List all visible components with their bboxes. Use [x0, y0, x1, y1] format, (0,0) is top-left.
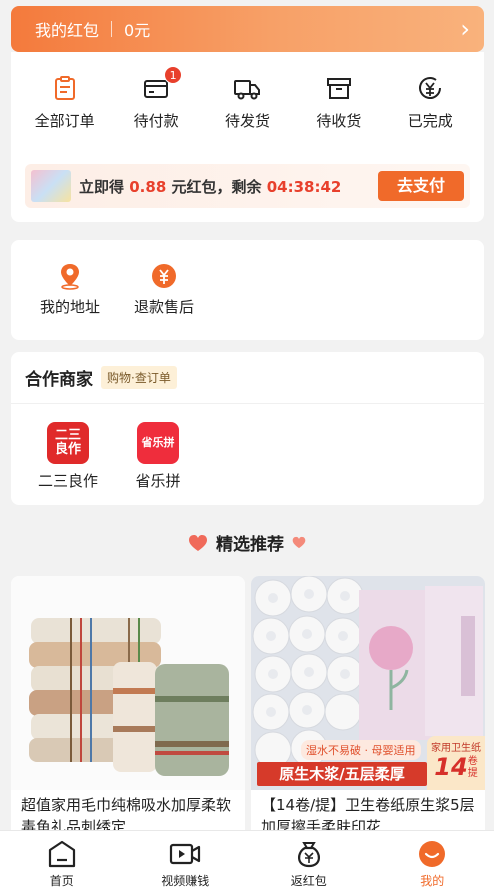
heart-icon — [189, 534, 207, 551]
order-label-pending-receipt: 待收货 — [316, 112, 362, 130]
divider — [111, 21, 113, 37]
truck-icon — [234, 80, 261, 100]
recommend-header: 精选推荐 — [0, 530, 494, 555]
order-label-pending-payment: 待付款 — [133, 112, 179, 130]
order-label-pending-shipment: 待发货 — [224, 112, 270, 130]
chevron-right-icon[interactable]: › — [460, 17, 470, 41]
partners-panel: 合作商家 购物·查订单 二三 良作 二三良作 省乐拼 省乐拼 — [11, 352, 484, 505]
product-card[interactable]: 超值家用毛巾纯棉吸水加厚柔软毒鱼礼品刺绣定 — [11, 576, 245, 836]
recommend-title: 精选推荐 — [216, 535, 284, 555]
video-icon — [170, 843, 201, 865]
partner-label: 二三良作 — [37, 472, 98, 490]
pending-receipt-button[interactable]: 待收货 — [299, 74, 379, 131]
payment-promo-banner[interactable]: 立即得 0.88 元红包，剩余 04:38:42 去支付 — [25, 164, 470, 208]
partners-header: 合作商家 购物·查订单 — [11, 352, 484, 404]
home-icon — [48, 840, 75, 868]
tab-label-redpacket: 返红包 — [290, 874, 327, 888]
product-image-toilet-paper: 湿水不易破 · 母婴适用 原生木浆/五层柔厚 家用卫生纸 14 卷 提 — [251, 576, 485, 790]
partners-title: 合作商家 — [25, 370, 93, 390]
tab-video-earn[interactable]: 视频赚钱 — [124, 831, 248, 890]
order-label-all: 全部订单 — [34, 112, 95, 130]
tab-label-video: 视频赚钱 — [161, 874, 210, 888]
redpacket-amount: 0元 — [124, 21, 151, 40]
box-icon — [326, 78, 351, 99]
product-image-towels — [11, 576, 245, 790]
go-pay-button[interactable]: 去支付 — [378, 171, 464, 201]
roll-count-badge: 家用卫生纸 14 卷 提 — [427, 736, 485, 790]
partner-label: 省乐拼 — [135, 472, 181, 490]
partner-ersanliangzuo[interactable]: 二三 良作 二三良作 — [23, 422, 113, 491]
heart-icon — [292, 536, 306, 549]
pending-payment-badge: 1 — [164, 66, 183, 84]
svc-label-refund: 退款售后 — [133, 298, 194, 316]
redpacket-label: 我的红包 — [35, 21, 100, 40]
banner-tag: 湿水不易破 · 母婴适用 — [301, 740, 421, 760]
tab-label-mine: 我的 — [420, 874, 445, 888]
banner-main: 原生木浆/五层柔厚 — [257, 762, 427, 786]
partner-shengle-pin[interactable]: 省乐拼 省乐拼 — [113, 422, 203, 491]
tab-home[interactable]: 首页 — [0, 831, 124, 890]
money-bag-icon — [297, 842, 320, 868]
pending-shipment-button[interactable]: 待发货 — [207, 74, 287, 131]
order-label-completed: 已完成 — [407, 112, 453, 130]
orders-panel: 全部订单 1 待付款 待发货 待收货 已完成 立即得 0.88 元红包，剩余 0… — [11, 52, 484, 222]
tab-redpacket[interactable]: 返红包 — [247, 831, 371, 890]
profile-icon — [419, 841, 446, 867]
bottom-tab-bar: 首页 视频赚钱 返红包 我的 — [0, 830, 494, 890]
product-thumbnail — [31, 170, 71, 202]
product-card[interactable]: 湿水不易破 · 母婴适用 原生木浆/五层柔厚 家用卫生纸 14 卷 提 【14卷… — [251, 576, 485, 836]
all-orders-button[interactable]: 全部订单 — [25, 74, 105, 131]
location-pin-icon — [61, 264, 79, 290]
tab-mine[interactable]: 我的 — [371, 831, 494, 890]
services-panel: 我的地址 退款售后 — [11, 240, 484, 340]
completed-orders-button[interactable]: 已完成 — [390, 74, 470, 131]
yen-circle-icon — [152, 264, 176, 288]
my-redpacket-bar[interactable]: 我的红包 0元 › — [11, 6, 484, 52]
partner-logo-ersanliangzuo: 二三 良作 — [47, 422, 89, 464]
svc-label-address: 我的地址 — [39, 298, 100, 316]
clipboard-icon — [54, 76, 75, 100]
refund-aftersales-button[interactable]: 退款售后 — [117, 262, 211, 340]
partner-logo-shenglepin: 省乐拼 — [137, 422, 179, 464]
my-address-button[interactable]: 我的地址 — [23, 262, 117, 340]
partners-tag: 购物·查订单 — [101, 366, 177, 389]
tab-label-home: 首页 — [49, 874, 74, 888]
pending-payment-button[interactable]: 1 待付款 — [116, 66, 196, 131]
promo-text: 立即得 0.88 元红包，剩余 04:38:42 — [79, 177, 342, 196]
yen-check-icon — [419, 77, 442, 99]
